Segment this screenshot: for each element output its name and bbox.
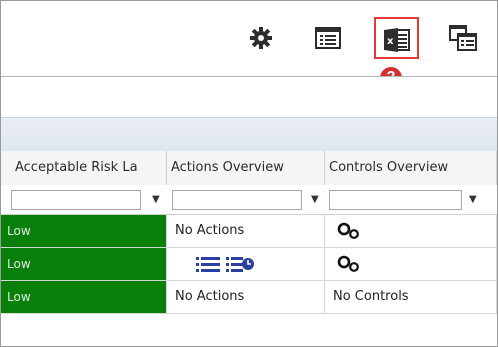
actions-list-icon[interactable] [195, 255, 221, 273]
column-header-acceptable-risk[interactable]: Acceptable Risk La [1, 151, 167, 185]
table-row[interactable]: Low No Actions [1, 215, 497, 248]
filter-icon[interactable]: ▼ [311, 194, 319, 205]
filter-input-actions-overview[interactable] [172, 190, 302, 210]
gear-icon[interactable] [246, 23, 276, 53]
column-header-controls-overview[interactable]: Controls Overview [325, 151, 497, 185]
risk-level-cell: Low [1, 215, 167, 247]
filter-icon[interactable]: ▼ [469, 194, 477, 205]
column-header-actions-overview[interactable]: Actions Overview [167, 151, 325, 185]
controls-overview-cell: No Controls [325, 281, 497, 313]
table-row[interactable]: Low No Actions No Controls [1, 281, 497, 314]
actions-icons [195, 255, 255, 273]
multi-grid-icon[interactable] [448, 23, 478, 53]
controls-overview-cell [325, 215, 497, 247]
grid-header-row: Acceptable Risk La Actions Overview Cont… [1, 151, 497, 186]
actions-overview-cell: No Actions [167, 281, 325, 313]
controls-gears-icon[interactable] [337, 222, 361, 240]
risk-level-cell: Low [1, 248, 167, 280]
grid-view-icon[interactable] [313, 23, 343, 53]
svg-text:x: x [387, 36, 394, 47]
filter-input-controls-overview[interactable] [329, 190, 462, 210]
data-grid: Acceptable Risk La Actions Overview Cont… [1, 77, 497, 346]
excel-export-icon[interactable]: x [382, 25, 412, 55]
grid-filter-row: ▼ ▼ ▼ [1, 185, 497, 215]
table-row[interactable]: Low [1, 248, 497, 281]
controls-gears-icon[interactable] [337, 255, 361, 273]
actions-overview-cell [167, 248, 325, 280]
filter-icon[interactable]: ▼ [152, 194, 160, 205]
actions-scheduled-icon[interactable] [225, 255, 255, 273]
controls-overview-cell [325, 248, 497, 280]
grid-group-band [1, 117, 497, 152]
toolbar: x 2 [1, 1, 497, 89]
app-window: x 2 Acceptable Risk La Actions Overview … [0, 0, 498, 347]
actions-overview-cell: No Actions [167, 215, 325, 247]
risk-level-cell: Low [1, 281, 167, 313]
filter-input-acceptable-risk[interactable] [11, 190, 141, 210]
